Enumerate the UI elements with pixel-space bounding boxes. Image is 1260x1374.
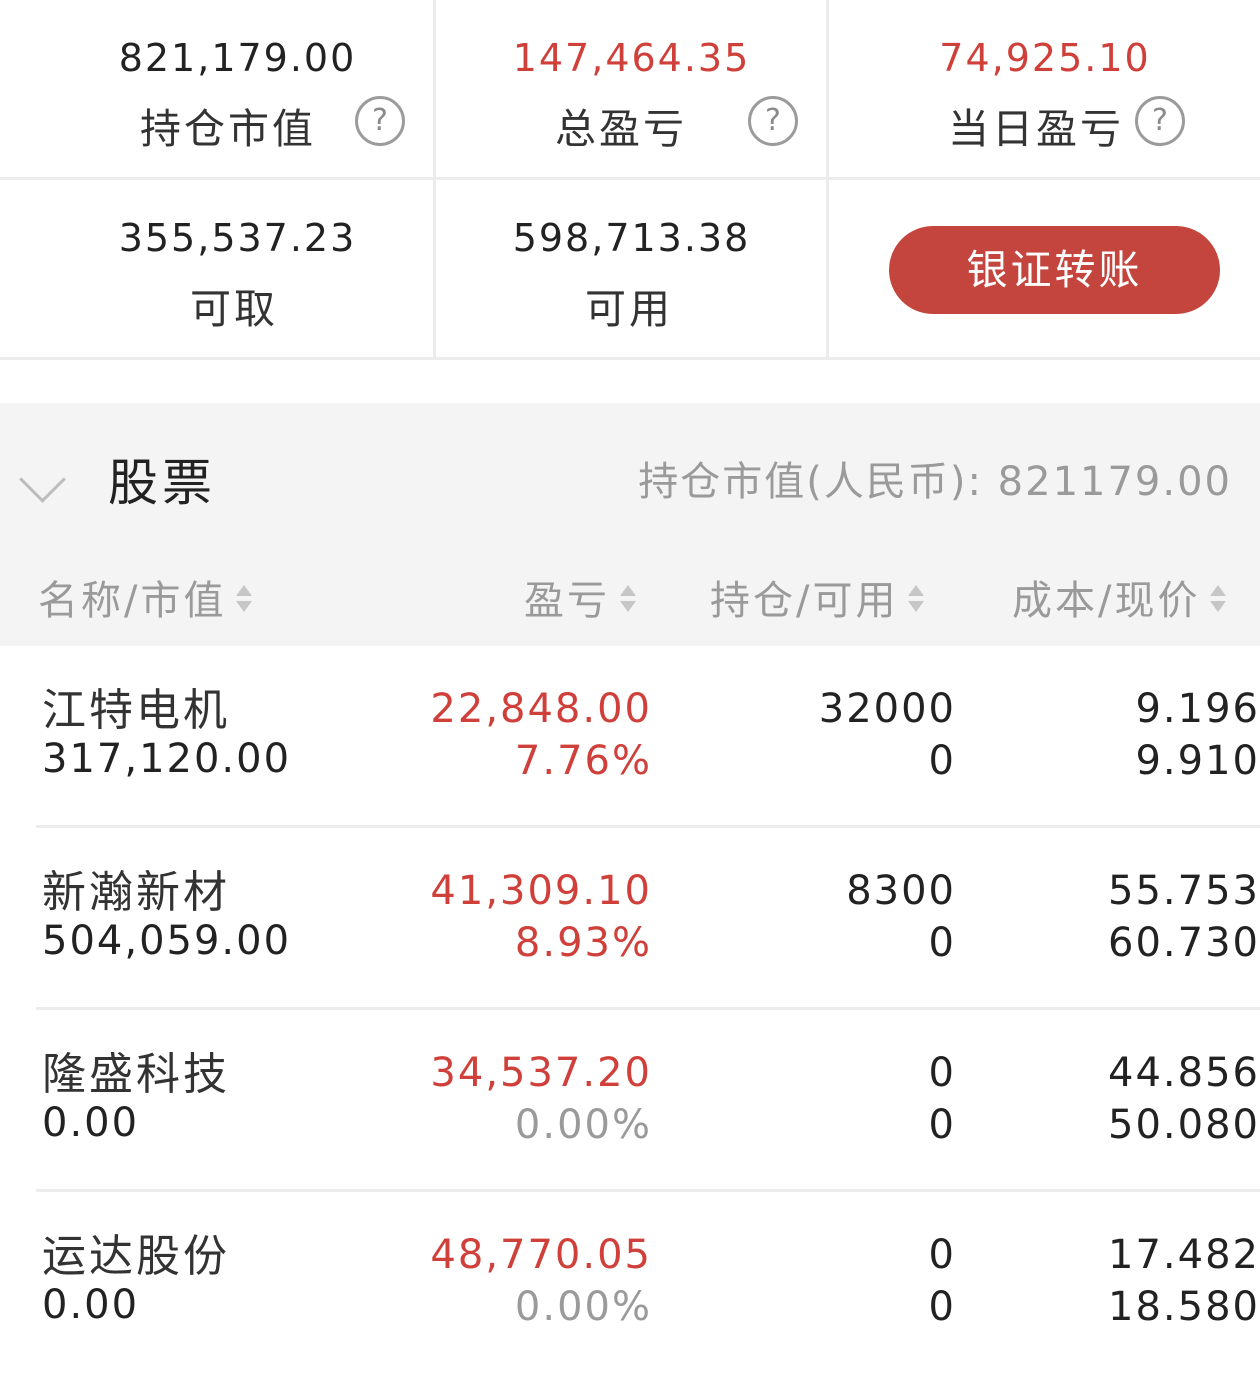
column-header-pnl[interactable]: 盈亏 [524, 568, 636, 626]
column-header-name-label: 名称/市值 [38, 578, 227, 624]
sort-icon [620, 581, 636, 617]
available-label: 可用 [585, 285, 673, 333]
cost-price: 9.196 [1135, 686, 1260, 732]
row-divider [0, 357, 1260, 360]
available-qty: 0 [928, 1102, 956, 1148]
current-price: 50.080 [1108, 1102, 1260, 1148]
available-qty: 0 [928, 920, 956, 966]
withdrawable-amount: 355,537.23 [118, 216, 357, 260]
sort-icon [908, 581, 925, 617]
stock-market-value: 317,120.00 [42, 736, 292, 782]
pnl-percent: 0.00% [514, 1284, 652, 1330]
table-row[interactable]: 隆盛科技 0.00 34,537.20 0.00% 0 0 44.856 50.… [0, 1010, 1260, 1192]
cost-price: 55.753 [1108, 868, 1260, 914]
bank-transfer-button[interactable]: 银证转账 [889, 226, 1220, 314]
sort-icon [1210, 581, 1227, 617]
account-summary: 821,179.00 持仓市值 ? 147,464.35 总盈亏 ? 74,92… [0, 0, 1260, 360]
help-icon[interactable]: ? [748, 96, 798, 146]
holding-qty: 32000 [818, 686, 956, 732]
stock-name: 新瀚新材 [42, 867, 230, 918]
current-price: 9.910 [1135, 738, 1260, 784]
available-cell: 598,713.38 可用 [435, 180, 828, 357]
stock-name: 运达股份 [42, 1231, 230, 1282]
pnl-amount: 48,770.05 [430, 1232, 652, 1278]
section-total: 持仓市值(人民币): 821179.00 [638, 459, 1232, 505]
stock-name: 江特电机 [42, 685, 230, 736]
column-header-pnl-label: 盈亏 [524, 578, 610, 624]
available-qty: 0 [928, 738, 956, 784]
pnl-amount: 41,309.10 [430, 868, 652, 914]
stock-market-value: 504,059.00 [42, 918, 292, 964]
market-value-amount: 821,179.00 [118, 36, 357, 80]
pnl-percent: 7.76% [514, 738, 652, 784]
market-value-label: 持仓市值 [140, 105, 316, 153]
sort-icon [236, 581, 253, 617]
help-icon[interactable]: ? [355, 96, 405, 146]
market-value-cell: 821,179.00 持仓市值 ? [40, 0, 435, 177]
column-header-holding[interactable]: 持仓/可用 [710, 568, 925, 626]
help-icon[interactable]: ? [1135, 96, 1185, 146]
pnl-amount: 34,537.20 [430, 1050, 652, 1096]
withdrawable-cell: 355,537.23 可取 [40, 180, 435, 357]
daily-pnl-cell: 74,925.10 当日盈亏 ? [830, 0, 1260, 177]
column-header-cost-label: 成本/现价 [1012, 578, 1201, 624]
stock-market-value: 0.00 [42, 1100, 140, 1146]
table-row[interactable]: 江特电机 317,120.00 22,848.00 7.76% 32000 0 … [0, 646, 1260, 828]
column-header-cost[interactable]: 成本/现价 [1012, 568, 1227, 626]
stock-section-header: 股票 持仓市值(人民币): 821179.00 名称/市值 盈亏 持仓/可用 成… [0, 403, 1260, 646]
cost-price: 17.482 [1108, 1232, 1260, 1278]
holding-qty: 8300 [846, 868, 956, 914]
current-price: 60.730 [1108, 920, 1260, 966]
section-title: 股票 [108, 454, 216, 512]
available-amount: 598,713.38 [512, 216, 751, 260]
chevron-down-icon[interactable] [19, 456, 66, 503]
available-qty: 0 [928, 1284, 956, 1330]
table-row[interactable]: 新瀚新材 504,059.00 41,309.10 8.93% 8300 0 5… [0, 828, 1260, 1010]
holding-qty: 0 [928, 1050, 956, 1096]
total-pnl-amount: 147,464.35 [512, 36, 751, 80]
total-pnl-label: 总盈亏 [555, 105, 687, 153]
current-price: 18.580 [1108, 1284, 1260, 1330]
total-pnl-cell: 147,464.35 总盈亏 ? [435, 0, 828, 177]
column-header-name[interactable]: 名称/市值 [38, 568, 253, 626]
column-header-holding-label: 持仓/可用 [710, 578, 899, 624]
pnl-amount: 22,848.00 [430, 686, 652, 732]
daily-pnl-amount: 74,925.10 [939, 36, 1151, 80]
holding-qty: 0 [928, 1232, 956, 1278]
pnl-percent: 8.93% [514, 920, 652, 966]
stock-name: 隆盛科技 [42, 1049, 230, 1100]
stock-market-value: 0.00 [42, 1282, 140, 1328]
cost-price: 44.856 [1108, 1050, 1260, 1096]
table-row[interactable]: 运达股份 0.00 48,770.05 0.00% 0 0 17.482 18.… [0, 1192, 1260, 1374]
pnl-percent: 0.00% [514, 1102, 652, 1148]
withdrawable-label: 可取 [190, 285, 278, 333]
daily-pnl-label: 当日盈亏 [948, 105, 1124, 153]
